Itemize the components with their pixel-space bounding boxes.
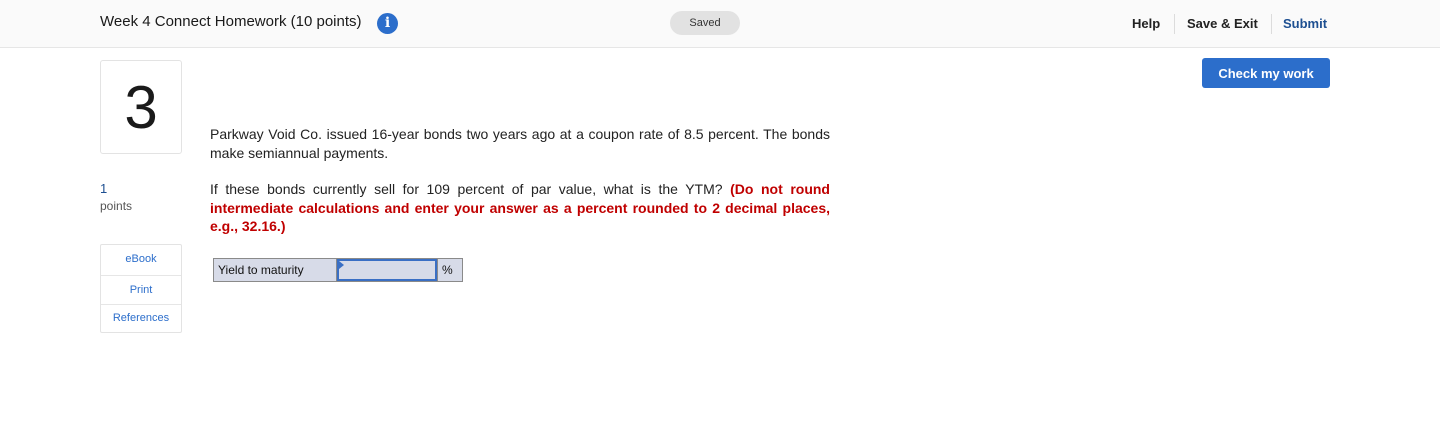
yield-to-maturity-input[interactable]	[337, 259, 437, 281]
question-number: 3	[124, 74, 158, 141]
help-link[interactable]: Help	[1132, 16, 1160, 31]
saved-status-badge: Saved	[670, 11, 740, 35]
submit-link[interactable]: Submit	[1283, 16, 1327, 31]
answer-table: Yield to maturity %	[213, 258, 463, 282]
ebook-link[interactable]: eBook	[101, 253, 181, 265]
question-prompt: If these bonds currently sell for 109 pe…	[210, 180, 830, 236]
resources-divider	[101, 304, 181, 305]
header-divider	[1271, 14, 1272, 34]
assignment-title: Week 4 Connect Homework (10 points)	[100, 13, 362, 30]
resources-divider	[101, 275, 181, 276]
points-value: 1	[100, 181, 108, 196]
info-icon[interactable]: i	[377, 13, 398, 34]
points-label: points	[100, 199, 133, 213]
percent-unit: %	[437, 259, 462, 281]
question-number-box: 3	[100, 60, 182, 154]
check-my-work-button[interactable]: Check my work	[1202, 58, 1330, 88]
resources-panel: eBook Print References	[100, 244, 182, 333]
save-exit-link[interactable]: Save & Exit	[1187, 16, 1258, 31]
question-prompt-text: If these bonds currently sell for 109 pe…	[210, 181, 723, 197]
question-paragraph: Parkway Void Co. issued 16-year bonds tw…	[210, 126, 830, 161]
input-flag-icon	[339, 261, 344, 269]
answer-label: Yield to maturity	[214, 259, 337, 281]
header-divider	[1174, 14, 1175, 34]
top-header: Week 4 Connect Homework (10 points) i Sa…	[0, 0, 1440, 48]
references-link[interactable]: References	[101, 312, 181, 324]
print-link[interactable]: Print	[101, 284, 181, 296]
